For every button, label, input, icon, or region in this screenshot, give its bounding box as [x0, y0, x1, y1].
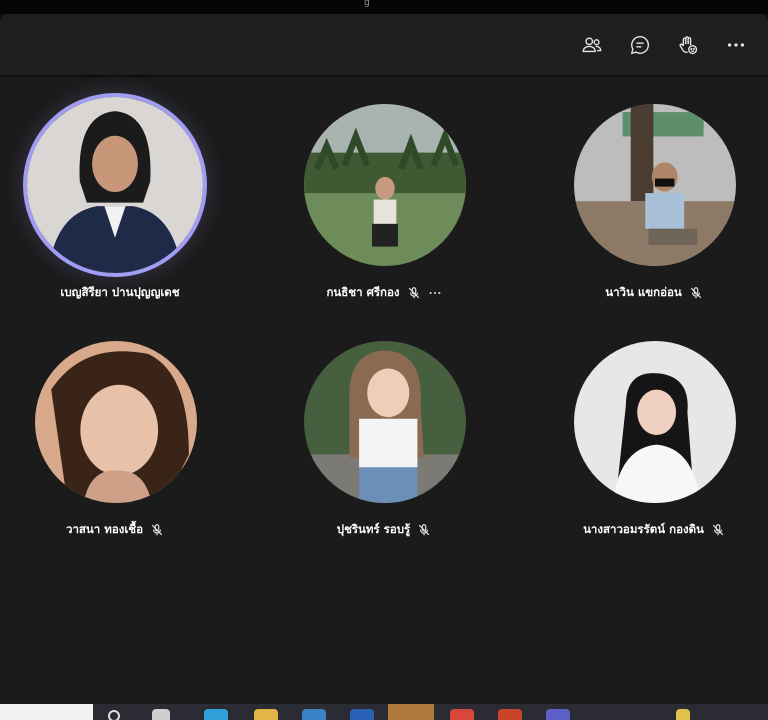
avatar — [574, 104, 736, 266]
powerpoint-icon[interactable] — [498, 709, 522, 720]
participant-tile[interactable]: กนธิชา ศรีกอง — [264, 104, 504, 334]
participant-tile[interactable]: เบญสิรียา ปานปุญญเดช — [0, 93, 240, 334]
avatar — [23, 93, 207, 277]
os-taskbar — [0, 704, 768, 720]
chat-button[interactable] — [626, 31, 654, 59]
participant-name: ปุชรินทร์ รอบรู้ — [336, 522, 411, 536]
file-explorer-icon[interactable] — [254, 709, 278, 720]
participant-name-row: นาวิน แขกอ่อน — [534, 284, 768, 302]
raise-hand-icon — [679, 36, 698, 55]
mic-off-icon — [407, 286, 421, 300]
participant-name: วาสนา ทองเชื้อ — [65, 522, 143, 536]
participant-name: นางสาวอมรรัตน์ กองดิน — [583, 522, 704, 536]
meeting-toolbar — [0, 14, 768, 76]
mic-off-icon — [689, 286, 703, 300]
window-title: g — [364, 0, 370, 8]
mail-icon[interactable] — [350, 709, 374, 720]
avatar — [304, 341, 466, 503]
people-button[interactable] — [578, 31, 606, 59]
teams-icon[interactable] — [546, 709, 570, 720]
participant-name-row: ปุชรินทร์ รอบรู้ — [264, 521, 504, 539]
more-options-button[interactable] — [722, 31, 750, 59]
participant-tile[interactable]: นางสาวอมรรัตน์ กองดิน — [534, 341, 768, 571]
avatar — [574, 341, 736, 503]
participant-name-row: กนธิชา ศรีกอง — [264, 284, 504, 302]
mic-off-icon — [711, 523, 725, 537]
participant-name: เบญสิรียา ปานปุญญเดช — [60, 285, 180, 299]
taskbar-search-box[interactable] — [0, 704, 93, 720]
mic-off-icon — [150, 523, 164, 537]
participant-name-row: นางสาวอมรรัตน์ กองดิน — [534, 521, 768, 539]
participant-name-row: วาสนา ทองเชื้อ — [0, 521, 235, 539]
task-view-icon[interactable] — [152, 709, 170, 720]
avatar — [35, 341, 197, 503]
participant-name: กนธิชา ศรีกอง — [326, 285, 400, 299]
participant-tile[interactable]: ปุชรินทร์ รอบรู้ — [264, 341, 504, 571]
mic-off-icon — [417, 523, 431, 537]
avatar — [304, 104, 466, 266]
participant-more-icon[interactable] — [428, 286, 442, 300]
participant-tile[interactable]: นาวิน แขกอ่อน — [534, 104, 768, 334]
chat-icon — [630, 36, 649, 55]
react-button[interactable] — [674, 31, 702, 59]
tray-icon[interactable] — [676, 709, 690, 720]
line-app-icon[interactable] — [388, 704, 434, 720]
edge-icon[interactable] — [204, 709, 228, 720]
people-icon — [582, 37, 602, 53]
participant-name: นาวิน แขกอ่อน — [605, 285, 682, 299]
store-icon[interactable] — [302, 709, 326, 720]
search-icon[interactable] — [108, 710, 120, 720]
chrome-icon[interactable] — [450, 709, 474, 720]
participant-gallery: เบญสิรียา ปานปุญญเดช กนธิชา ศรีกอง นาวิน… — [0, 77, 768, 704]
participant-name-row: เบญสิรียา ปานปุญญเดช — [0, 284, 240, 302]
participant-tile[interactable]: วาสนา ทองเชื้อ — [0, 341, 235, 571]
more-options-icon — [727, 43, 745, 47]
window-title-bar: g — [0, 0, 768, 14]
